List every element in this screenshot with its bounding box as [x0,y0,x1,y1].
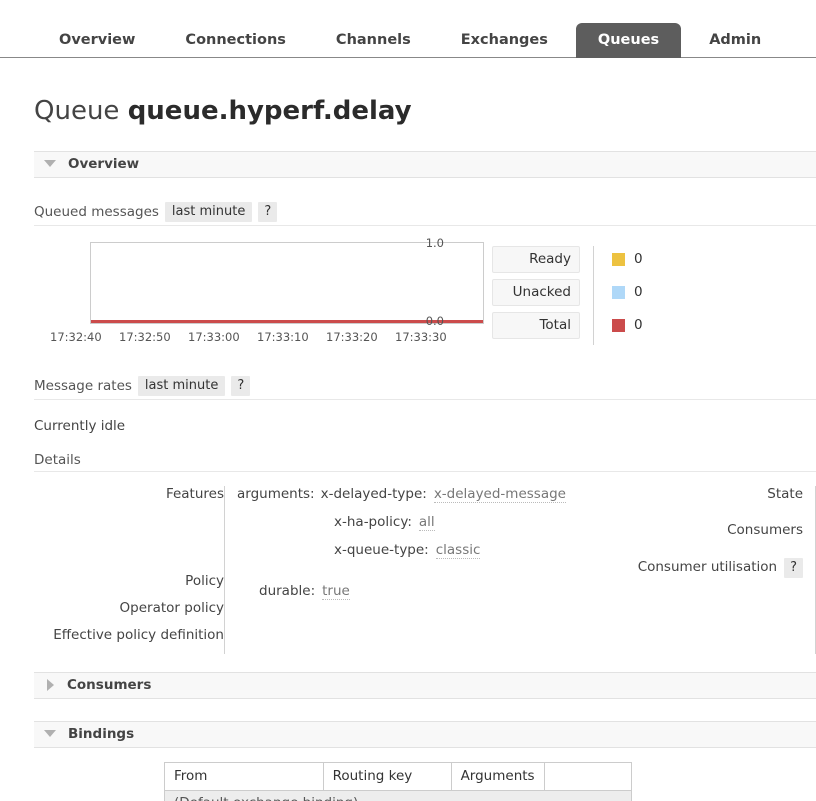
chevron-right-icon [47,678,54,691]
details-features-label: Features [165,485,224,502]
argument-value-x-ha-policy: all [418,513,435,531]
page-title-queue-name: queue.hyperf.delay [127,96,412,127]
chart-xtick-1: 17:32:50 [119,329,171,344]
main-navigation: Overview Connections Channels Exchanges … [0,0,816,58]
legend-value-unacked: 0 [612,279,643,306]
details-effective-policy-label: Effective policy definition [53,626,224,643]
chevron-down-icon [44,160,56,168]
argument-key-x-queue-type: x-queue-type: [334,541,429,558]
chart-ytick-min: 0.0 [425,313,444,328]
details-durable-row: durable: true [237,583,625,600]
tab-overview[interactable]: Overview [37,23,157,59]
argument-key-x-ha-policy: x-ha-policy: [334,513,412,530]
queued-messages-period-selector[interactable]: last minute [164,201,253,222]
details-label: Details [34,451,81,468]
argument-value-x-delayed-type: x-delayed-message [433,485,566,503]
tab-admin[interactable]: Admin [687,23,783,59]
details-features-values: arguments: x-delayed-type: x-delayed-mes… [225,486,625,654]
bindings-table: From Routing key Arguments (Default exch… [164,761,632,801]
message-rates-label: Message rates [34,377,132,394]
details-consumers-label: Consumers [727,521,803,538]
details-policy-label: Policy [185,572,224,589]
chart-xtick-0: 17:32:40 [50,329,102,344]
queued-messages-help-icon[interactable]: ? [258,201,278,222]
section-header-bindings[interactable]: Bindings [34,720,816,748]
tab-exchanges[interactable]: Exchanges [439,23,570,59]
details-consumer-utilisation-label: Consumer utilisation [637,558,778,575]
legend-count-ready: 0 [634,251,643,268]
section-header-consumers-label: Consumers [67,676,152,693]
chevron-down-icon [44,730,56,738]
section-header-overview-label: Overview [68,155,140,172]
bindings-col-from: From [164,761,324,791]
chart-legend-labels: Ready Unacked Total [492,245,580,345]
details-right-labels: State Consumers Consumer utilisation ? [638,486,803,654]
tab-queues[interactable]: Queues [575,22,682,58]
chart-legend: Ready Unacked Total 0 0 0 [492,245,643,345]
bindings-col-arguments: Arguments [450,761,545,791]
tab-connections[interactable]: Connections [163,23,308,59]
consumer-utilisation-help-icon[interactable]: ? [784,557,803,578]
chart-xtick-4: 17:33:20 [326,329,378,344]
page-title: Queue queue.hyperf.delay [0,75,816,133]
queued-messages-label: Queued messages [34,203,159,220]
section-header-consumers[interactable]: Consumers [34,671,816,699]
section-header-bindings-label: Bindings [68,725,135,742]
currently-idle-text: Currently idle [34,417,126,434]
legend-swatch-total [612,318,625,332]
queued-messages-chart-block: 1.0 0.0 17:32:40 17:32:50 17:33:00 17:33… [0,236,816,354]
chart-plot-area [90,241,484,324]
message-rates-help-icon[interactable]: ? [231,375,251,396]
argument-value-x-queue-type: classic [435,541,481,559]
chart-ytick-max: 1.0 [425,235,444,250]
queue-details: Features Policy Operator policy Effectiv… [34,485,816,654]
bindings-default-exchange-text: (Default exchange binding) [164,789,632,801]
legend-value-ready: 0 [612,246,643,273]
details-arguments-row-0: arguments: x-delayed-type: x-delayed-mes… [237,486,625,503]
details-operator-policy-label: Operator policy [119,599,224,616]
bindings-table-wrapper: From Routing key Arguments (Default exch… [164,761,816,801]
chart-xtick-3: 17:33:10 [257,329,309,344]
legend-count-unacked: 0 [634,284,643,301]
queued-messages-chart: 1.0 0.0 17:32:40 17:32:50 17:33:00 17:33… [34,236,484,354]
legend-swatch-ready [612,252,625,266]
details-durable-value: true [322,582,350,600]
queued-messages-header: Queued messages last minute ? [34,201,816,226]
message-rates-period-selector[interactable]: last minute [137,375,226,396]
argument-key-x-delayed-type: x-delayed-type: [320,485,427,502]
chart-legend-values: 0 0 0 [593,245,643,345]
details-arguments-row-1: x-ha-policy: all [237,514,625,531]
details-durable-label: durable: [259,582,316,599]
bindings-table-header-row: From Routing key Arguments [164,761,632,791]
bindings-default-exchange-row: (Default exchange binding) [164,789,632,801]
legend-label-unacked[interactable]: Unacked [492,278,580,306]
legend-value-total: 0 [612,312,643,339]
section-header-overview[interactable]: Overview [34,150,816,178]
details-arguments-row-2: x-queue-type: classic [237,542,625,559]
legend-count-total: 0 [634,317,643,334]
bindings-col-routing-key: Routing key [322,761,452,791]
details-left-labels: Features Policy Operator policy Effectiv… [34,486,224,654]
legend-label-total[interactable]: Total [492,311,580,339]
bindings-col-actions [543,761,632,791]
legend-label-ready[interactable]: Ready [492,245,580,273]
chart-xtick-2: 17:33:00 [188,329,240,344]
message-rates-header: Message rates last minute ? [34,375,816,400]
page-title-prefix: Queue [34,96,120,127]
tab-channels[interactable]: Channels [314,23,433,59]
details-arguments-label: arguments: [237,485,315,502]
legend-swatch-unacked [612,285,625,299]
details-state-label: State [767,485,803,502]
details-header: Details [34,452,816,472]
chart-xtick-5: 17:33:30 [395,329,447,344]
